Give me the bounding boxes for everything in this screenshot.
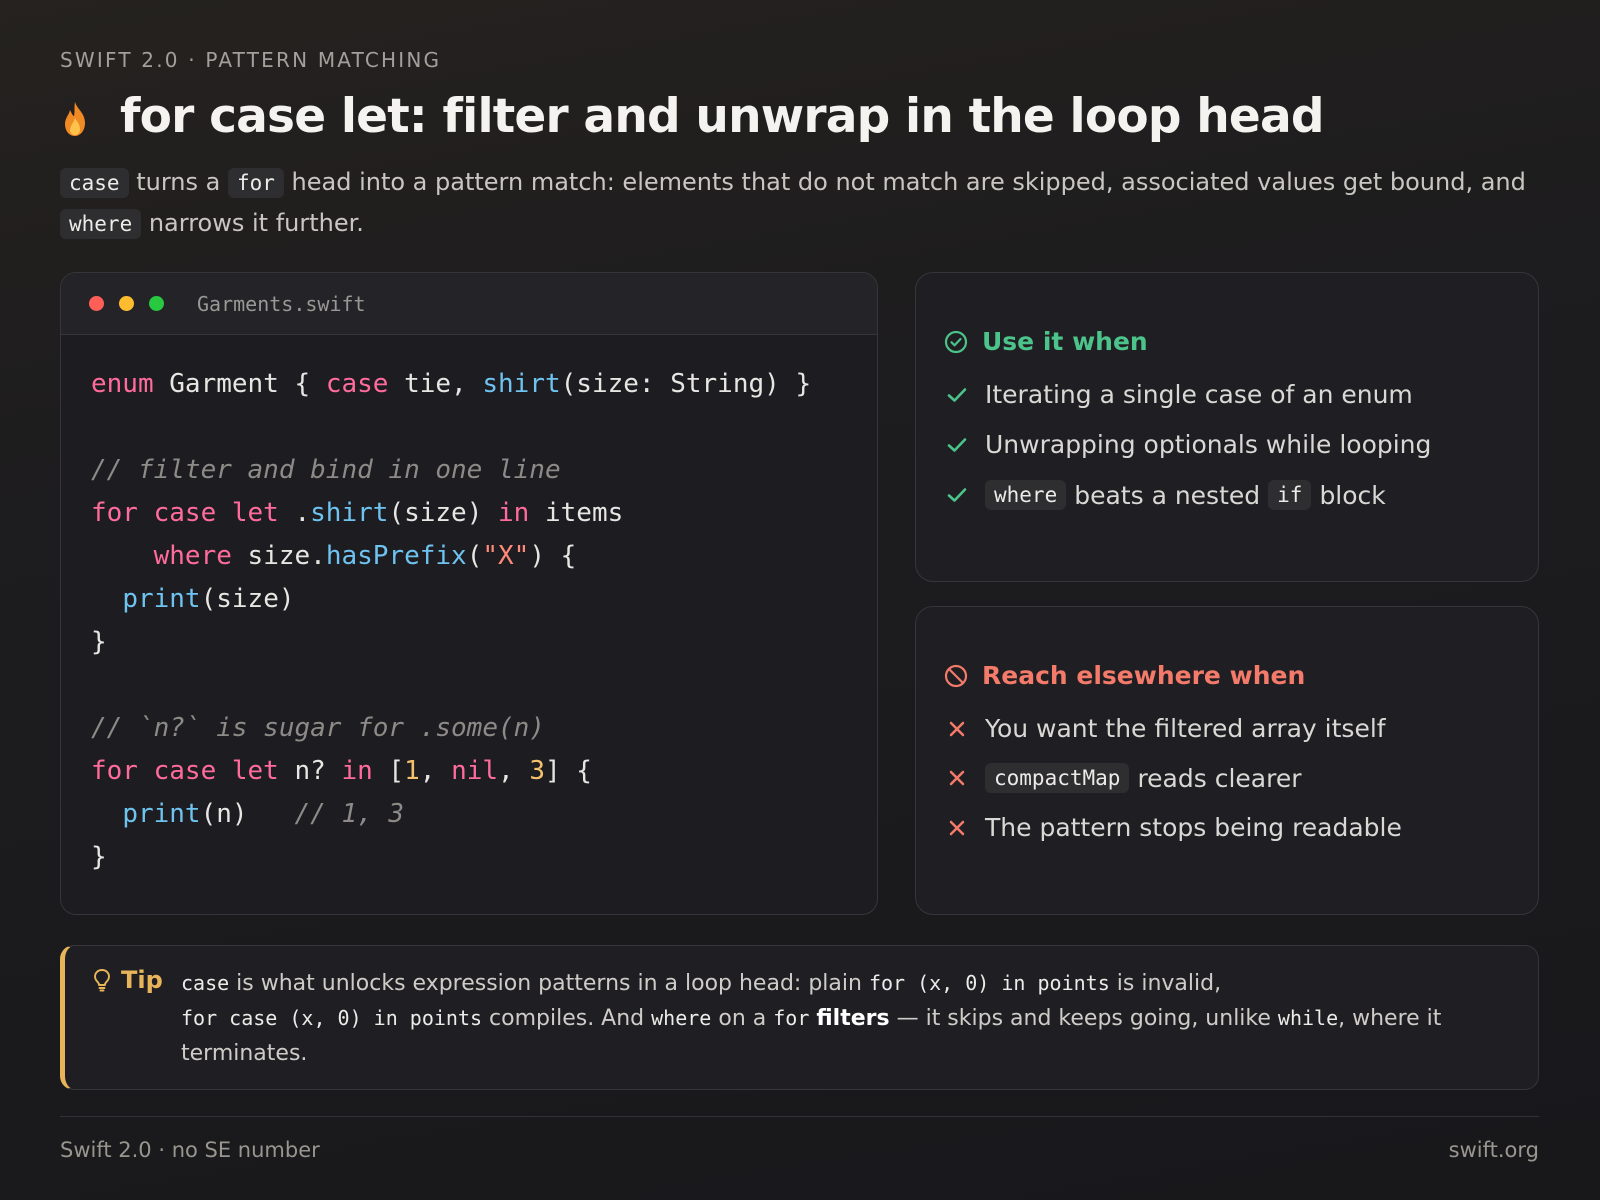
avoid-card-heading: Reach elsewhere when (944, 661, 1305, 690)
list-item: where beats a nested if block (946, 480, 1386, 510)
footer-link[interactable]: swift.org (1449, 1138, 1539, 1162)
code-window: Garments.swift enum Garment { case tie, … (60, 272, 878, 915)
x-icon (946, 820, 968, 836)
page-title: for case let: filter and unwrap in the l… (120, 88, 1325, 144)
check-circle-icon (944, 330, 968, 353)
list-item: compactMap reads clearer (946, 763, 1302, 793)
tip-body: case is what unlocks expression patterns… (181, 971, 1442, 1066)
inline-code: if (1268, 480, 1312, 510)
inline-code: case (60, 168, 129, 198)
eyebrow: SWIFT 2.0 · PATTERN MATCHING (60, 48, 442, 72)
inline-code: for (227, 168, 284, 198)
check-icon (946, 487, 968, 503)
close-dot[interactable] (89, 296, 104, 311)
prohibited-icon (944, 664, 968, 687)
list-item: Unwrapping optionals while looping (946, 430, 1431, 459)
use-it-when-card: Use it when Iterating a single case of a… (915, 272, 1539, 582)
use-card-heading: Use it when (944, 327, 1148, 356)
inline-code: where (60, 209, 142, 239)
list-item: The pattern stops being readable (946, 813, 1402, 842)
filename: Garments.swift (197, 291, 366, 316)
code-window-titlebar: Garments.swift (61, 273, 877, 335)
tip-label: Tip (93, 966, 163, 994)
title-row: for case let: filter and unwrap in the l… (60, 86, 1325, 146)
zoom-dot[interactable] (149, 296, 164, 311)
reach-elsewhere-card: Reach elsewhere when You want the filter… (915, 606, 1539, 915)
tip-callout: Tip case is what unlocks expression patt… (60, 945, 1539, 1090)
list-item: Iterating a single case of an enum (946, 380, 1413, 409)
x-icon (946, 721, 968, 737)
x-icon (946, 770, 968, 786)
inline-code: compactMap (985, 763, 1130, 793)
minimize-dot[interactable] (119, 296, 134, 311)
code-block: enum Garment { case tie, shirt(size: Str… (91, 369, 812, 872)
inline-code: where (985, 480, 1067, 510)
list-item: You want the filtered array itself (946, 714, 1386, 743)
check-icon (946, 387, 968, 403)
footer-divider (60, 1116, 1539, 1117)
check-icon (946, 437, 968, 453)
footer-version: Swift 2.0 · no SE number (60, 1138, 320, 1162)
flame-icon (65, 102, 85, 136)
lightbulb-icon (94, 969, 110, 992)
lede: case turns a for head into a pattern mat… (60, 162, 1550, 244)
